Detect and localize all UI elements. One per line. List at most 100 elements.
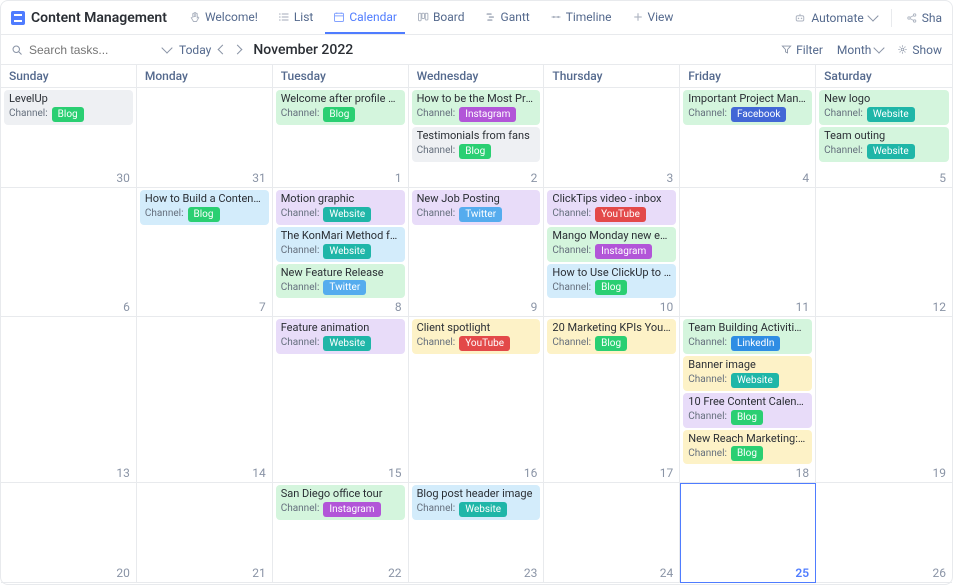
- event-channel: Channel:Blog: [281, 107, 400, 122]
- search-input[interactable]: [29, 43, 139, 57]
- date-number: 9: [531, 300, 538, 314]
- calendar-event[interactable]: Testimonials from fansChannel:Blog: [412, 127, 541, 162]
- event-title: Client spotlight: [417, 321, 536, 335]
- show-button[interactable]: Show: [897, 43, 942, 57]
- calendar-event[interactable]: New Reach Marketing: How ClChannel:Blog: [683, 430, 812, 465]
- calendar-event[interactable]: Banner imageChannel:Website: [683, 356, 812, 391]
- calendar-cell[interactable]: San Diego office tourChannel:Instagram22: [273, 483, 409, 583]
- event-channel: Channel:Blog: [145, 207, 264, 222]
- share-button[interactable]: Sha: [906, 11, 942, 25]
- channel-chip: Blog: [731, 410, 763, 425]
- calendar-cell[interactable]: 3: [544, 88, 680, 188]
- calendar-event[interactable]: The KonMari Method for ProjectChannel:We…: [276, 227, 405, 262]
- calendar-cell[interactable]: New logoChannel:WebsiteTeam outingChanne…: [816, 88, 952, 188]
- day-header: Sunday: [1, 65, 137, 88]
- channel-chip: Blog: [188, 207, 220, 222]
- channel-chip: Facebook: [731, 107, 786, 122]
- view-tab-board[interactable]: Board: [409, 1, 473, 34]
- search-icon: [11, 44, 23, 56]
- view-tab-label: List: [294, 10, 314, 24]
- calendar-cell[interactable]: 19: [816, 317, 952, 483]
- calendar-event[interactable]: How to be the Most ProductiveChannel:Ins…: [412, 90, 541, 125]
- calendar-cell[interactable]: 6: [1, 188, 137, 317]
- calendar-event[interactable]: New Feature ReleaseChannel:Twitter: [276, 264, 405, 299]
- robot-icon: [794, 12, 806, 24]
- calendar-event[interactable]: ClickTips video - inboxChannel:YouTube: [547, 190, 676, 225]
- calendar-cell[interactable]: 26: [816, 483, 952, 583]
- view-tab-view[interactable]: View: [624, 1, 682, 34]
- calendar-cell[interactable]: 25: [680, 483, 816, 583]
- event-channel: Channel:Website: [281, 336, 400, 351]
- calendar-cell[interactable]: 12: [816, 188, 952, 317]
- calendar-event[interactable]: San Diego office tourChannel:Instagram: [276, 485, 405, 520]
- view-tab-calendar[interactable]: Calendar: [325, 1, 405, 34]
- range-selector[interactable]: Month: [837, 43, 883, 57]
- calendar-event[interactable]: Feature animationChannel:Website: [276, 319, 405, 354]
- calendar-event[interactable]: Client spotlightChannel:YouTube: [412, 319, 541, 354]
- calendar-event[interactable]: Mango Monday new employeeChannel:Instagr…: [547, 227, 676, 262]
- view-tab-welcome[interactable]: Welcome!: [181, 1, 266, 34]
- calendar-event[interactable]: How to Build a Content CreationChannel:B…: [140, 190, 269, 225]
- filter-button[interactable]: Filter: [781, 43, 823, 57]
- calendar-event[interactable]: Team Building Activities: 25 ExChannel:L…: [683, 319, 812, 354]
- event-title: Banner image: [688, 358, 807, 372]
- calendar-cell[interactable]: Feature animationChannel:Website15: [273, 317, 409, 483]
- prev-month-button[interactable]: [218, 45, 228, 55]
- calendar-event[interactable]: Team outingChannel:Website: [819, 127, 949, 162]
- calendar-cell[interactable]: 21: [137, 483, 273, 583]
- share-label: Sha: [922, 11, 942, 25]
- calendar-event[interactable]: Blog post header imageChannel:Website: [412, 485, 541, 520]
- automate-button[interactable]: Automate: [794, 11, 876, 25]
- calendar-cell[interactable]: Welcome after profile sign-upChannel:Blo…: [273, 88, 409, 188]
- calendar-event[interactable]: 10 Free Content Calendar TempChannel:Blo…: [683, 393, 812, 428]
- event-channel: Channel:Instagram: [552, 244, 671, 259]
- view-tab-label: Welcome!: [205, 10, 258, 24]
- event-title: How to be the Most Productive: [417, 92, 536, 106]
- calendar-cell[interactable]: 31: [137, 88, 273, 188]
- view-tab-gantt[interactable]: Gantt: [477, 1, 538, 34]
- date-number: 16: [524, 466, 538, 480]
- calendar-icon: [333, 11, 345, 23]
- calendar-cell[interactable]: Team Building Activities: 25 ExChannel:L…: [680, 317, 816, 483]
- calendar-cell[interactable]: Client spotlightChannel:YouTube 16: [409, 317, 545, 483]
- calendar-cell[interactable]: How to Build a Content CreationChannel:B…: [137, 188, 273, 317]
- calendar-event[interactable]: Important Project ManagementChannel:Face…: [683, 90, 812, 125]
- calendar-cell[interactable]: 20 Marketing KPIs You Need toChannel:Blo…: [544, 317, 680, 483]
- calendar-grid: LevelUpChannel:Blog3031Welcome after pro…: [1, 88, 952, 583]
- calendar-cell[interactable]: New Job PostingChannel:Twitter 9: [409, 188, 545, 317]
- today-button[interactable]: Today: [179, 43, 211, 57]
- event-channel: Channel:Twitter: [281, 280, 400, 295]
- calendar-event[interactable]: LevelUpChannel:Blog: [4, 90, 133, 125]
- calendar-cell[interactable]: 11: [680, 188, 816, 317]
- event-channel: Channel:Blog: [688, 446, 807, 461]
- page-icon: [11, 11, 25, 25]
- calendar-cell[interactable]: Blog post header imageChannel:Website23: [409, 483, 545, 583]
- calendar-day-header: SundayMondayTuesdayWednesdayThursdayFrid…: [1, 65, 952, 88]
- date-number: 17: [660, 466, 674, 480]
- calendar-cell[interactable]: 13: [1, 317, 137, 483]
- calendar-cell[interactable]: 24: [544, 483, 680, 583]
- calendar-event[interactable]: Motion graphicChannel:Website: [276, 190, 405, 225]
- day-header: Friday: [680, 65, 816, 88]
- calendar-event[interactable]: How to Use ClickUp to SucceedChannel:Blo…: [547, 264, 676, 299]
- calendar-event[interactable]: New logoChannel:Website: [819, 90, 949, 125]
- view-tab-timeline[interactable]: Timeline: [542, 1, 620, 34]
- calendar-cell[interactable]: 14: [137, 317, 273, 483]
- calendar-cell[interactable]: How to be the Most ProductiveChannel:Ins…: [409, 88, 545, 188]
- channel-chip: Blog: [731, 446, 763, 461]
- event-channel: Channel:Twitter: [417, 207, 536, 222]
- calendar-cell[interactable]: ClickTips video - inboxChannel:YouTubeMa…: [544, 188, 680, 317]
- date-number: 5: [939, 171, 946, 185]
- gantt-icon: [485, 11, 497, 23]
- event-title: Motion graphic: [281, 192, 400, 206]
- calendar-cell[interactable]: Motion graphicChannel:WebsiteThe KonMari…: [273, 188, 409, 317]
- calendar-event[interactable]: Welcome after profile sign-upChannel:Blo…: [276, 90, 405, 125]
- calendar-cell[interactable]: 20: [1, 483, 137, 583]
- view-tab-list[interactable]: List: [270, 1, 322, 34]
- calendar-event[interactable]: New Job PostingChannel:Twitter: [412, 190, 541, 225]
- calendar-cell[interactable]: Important Project ManagementChannel:Face…: [680, 88, 816, 188]
- calendar-cell[interactable]: LevelUpChannel:Blog30: [1, 88, 137, 188]
- calendar-event[interactable]: 20 Marketing KPIs You Need toChannel:Blo…: [547, 319, 676, 354]
- next-month-button[interactable]: [233, 45, 243, 55]
- chevron-down-icon[interactable]: [161, 42, 172, 53]
